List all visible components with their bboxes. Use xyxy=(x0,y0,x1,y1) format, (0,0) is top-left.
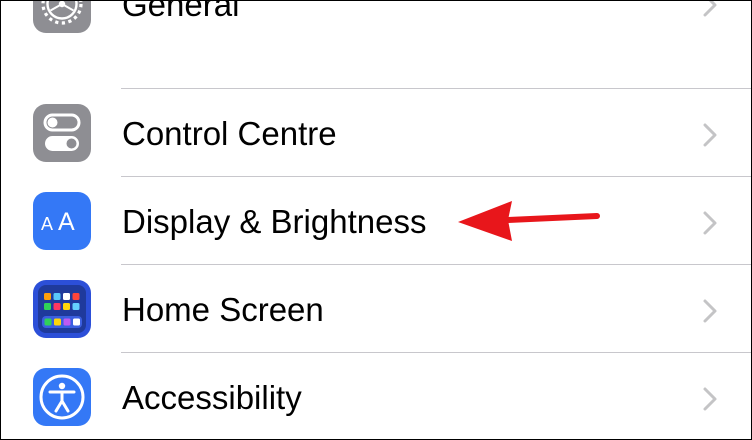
svg-text:A: A xyxy=(58,208,75,236)
settings-item-general[interactable]: General xyxy=(1,1,751,47)
settings-item-label: General xyxy=(122,1,240,23)
text-size-aa-icon: A A xyxy=(33,192,91,250)
accessibility-person-icon xyxy=(33,368,91,426)
app-grid-icon xyxy=(33,280,91,338)
settings-item-display-brightness[interactable]: A A Display & Brightness xyxy=(1,177,751,265)
settings-item-label: Display & Brightness xyxy=(122,203,427,240)
chevron-right-icon xyxy=(701,122,719,148)
settings-item-label: Accessibility xyxy=(122,379,302,416)
settings-item-label: Control Centre xyxy=(122,115,337,152)
toggle-switches-icon xyxy=(33,104,91,162)
settings-item-accessibility[interactable]: Accessibility xyxy=(1,353,751,439)
chevron-right-icon xyxy=(701,386,719,412)
settings-list: General Control Centre A A Display & Bri… xyxy=(1,1,751,439)
chevron-right-icon xyxy=(701,1,719,18)
settings-item-home-screen[interactable]: Home Screen xyxy=(1,265,751,353)
settings-item-control-centre[interactable]: Control Centre xyxy=(1,89,751,177)
settings-item-label: Home Screen xyxy=(122,291,324,328)
chevron-right-icon xyxy=(701,298,719,324)
annotation-arrow xyxy=(456,197,601,247)
chevron-right-icon xyxy=(701,210,719,236)
gear-icon xyxy=(33,1,91,33)
svg-text:A: A xyxy=(41,214,53,234)
